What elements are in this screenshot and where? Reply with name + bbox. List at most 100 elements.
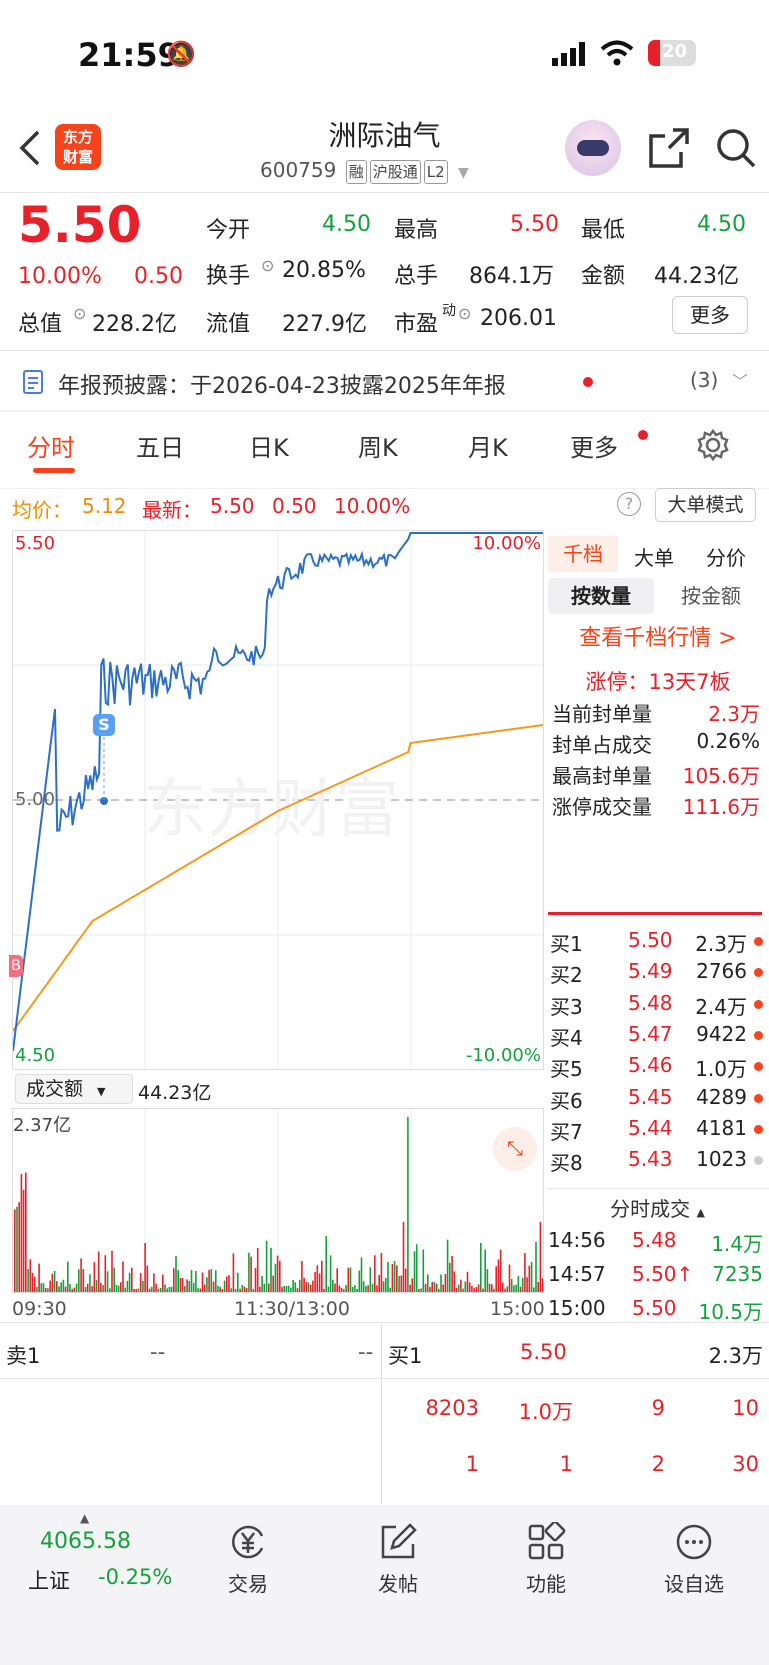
- amount-label: 金额: [581, 264, 626, 289]
- volume-bar: [298, 1279, 301, 1292]
- volume-bar: [413, 1251, 416, 1292]
- volume-bar: [453, 1271, 456, 1292]
- time-end: 15:00: [490, 1298, 545, 1320]
- volume-bar: [367, 1285, 369, 1292]
- volume-bar: [374, 1255, 376, 1292]
- edit-icon: [381, 1523, 417, 1559]
- b-signal-badge[interactable]: B: [9, 955, 23, 977]
- bid-level-price: 5.45: [628, 1084, 673, 1109]
- volume-bar: [217, 1285, 219, 1292]
- large-order-mode-button[interactable]: 大单模式: [655, 488, 756, 522]
- index-name[interactable]: 上证: [28, 1565, 70, 1595]
- caret-up-icon[interactable]: ▲: [80, 1511, 89, 1525]
- trades-title[interactable]: 分时成交 ▲: [546, 1193, 769, 1222]
- change-percent: 10.00%: [18, 264, 102, 289]
- search-icon[interactable]: [714, 126, 758, 170]
- volume-bar: [139, 1273, 142, 1292]
- volume-bar: [517, 1276, 520, 1292]
- tag-margin: 融: [345, 160, 367, 184]
- intraday-chart[interactable]: 东方财富 5.50 5.00 4.50 10.00% -10.00% S B: [9, 530, 544, 1070]
- tab-monthly-k[interactable]: 月K: [468, 428, 508, 463]
- volume-bar: [80, 1258, 82, 1292]
- volume-bar: [69, 1284, 71, 1292]
- tab-large-orders[interactable]: 大单: [634, 542, 674, 571]
- trade-button[interactable]: 交易: [188, 1522, 308, 1597]
- queue-4: 10: [732, 1396, 759, 1420]
- chevron-down-icon[interactable]: ▼: [458, 165, 469, 181]
- sub-tab-by-quantity[interactable]: 按数量: [548, 578, 654, 614]
- order-dot: [754, 1093, 763, 1103]
- volume-selector-label: 成交额: [26, 1078, 84, 1100]
- volume-selector[interactable]: 成交额 ▼: [15, 1074, 133, 1104]
- limit-up-streak: 涨停：13天7板: [585, 670, 731, 694]
- volume-bar: [212, 1281, 215, 1292]
- volume-bar: [332, 1279, 334, 1292]
- battery-level: 20: [662, 41, 688, 62]
- expand-icon[interactable]: ⤡: [493, 1127, 537, 1171]
- volume-bar: [33, 1276, 36, 1292]
- more-button[interactable]: 更多: [672, 296, 748, 334]
- divider: [0, 350, 769, 351]
- functions-button[interactable]: 功能: [486, 1522, 606, 1597]
- tab-intraday[interactable]: 分时: [27, 428, 75, 463]
- volume-bar: [25, 1172, 27, 1292]
- float-cap-label: 流值: [206, 312, 251, 337]
- index-change[interactable]: -0.25%: [98, 1565, 172, 1589]
- view-levels-link[interactable]: 查看千档行情 >: [548, 620, 768, 652]
- ask1-label: 卖1: [6, 1344, 41, 1368]
- queue-1: 8203: [425, 1396, 479, 1420]
- tab-price-distribution[interactable]: 分价: [706, 542, 746, 571]
- bid-level-volume: 1.0万: [695, 1057, 747, 1082]
- tab-five-day[interactable]: 五日: [136, 428, 184, 463]
- volume-total: 44.23亿: [138, 1082, 212, 1104]
- bid-level-price: 5.44: [628, 1115, 673, 1140]
- tab-weekly-k[interactable]: 周K: [358, 428, 398, 463]
- stock-code-row: 600759 融沪股通 L2 ▼: [260, 158, 469, 184]
- volume-bar: [420, 1288, 422, 1292]
- trade-time: 15:00: [548, 1296, 606, 1320]
- add-watchlist-button[interactable]: 设自选: [634, 1522, 754, 1597]
- tab-thousand-levels[interactable]: 千档: [548, 536, 618, 572]
- volume-bar: [502, 1282, 504, 1292]
- info-dots-icon[interactable]: ⊙: [261, 256, 274, 275]
- share-icon[interactable]: [647, 126, 691, 170]
- help-icon[interactable]: ?: [617, 492, 641, 516]
- volume-bar: [466, 1271, 469, 1292]
- volume-bar: [234, 1289, 237, 1292]
- divider: [0, 1322, 769, 1323]
- info-dots-icon[interactable]: ⊙: [73, 304, 86, 323]
- volume-bar: [190, 1270, 193, 1292]
- change-amount: 0.50: [134, 264, 183, 289]
- volume-bar: [371, 1283, 374, 1292]
- caret-down-icon: ▼: [97, 1085, 106, 1098]
- mid-price-label: 5.00: [15, 789, 56, 810]
- bid1-volume: 2.3万: [708, 1344, 763, 1368]
- settings-gear-icon[interactable]: [696, 428, 730, 462]
- assistant-avatar[interactable]: [565, 120, 621, 176]
- order-dot: [754, 1156, 763, 1166]
- market-cap-value: 228.2亿: [92, 312, 177, 337]
- metric-value: 2.3万: [708, 702, 760, 726]
- grid-apps-icon: [528, 1522, 566, 1560]
- tab-daily-k[interactable]: 日K: [249, 428, 289, 463]
- volume-bar: [89, 1274, 91, 1292]
- volume-bar: [226, 1276, 228, 1292]
- bid-level-label: 买7: [550, 1119, 583, 1144]
- latest-percent: 10.00%: [334, 494, 411, 518]
- volume-bar: [197, 1288, 199, 1292]
- volume-bar: [95, 1280, 98, 1292]
- s-signal-badge[interactable]: S: [93, 714, 115, 736]
- info-dots-icon[interactable]: ⊙: [458, 304, 471, 323]
- volume-bar: [137, 1288, 140, 1292]
- volume-bar: [153, 1273, 155, 1292]
- tab-more[interactable]: 更多: [570, 428, 618, 463]
- volume-bar: [208, 1269, 210, 1292]
- volume-bar: [508, 1264, 511, 1292]
- post-button[interactable]: 发帖: [338, 1522, 458, 1597]
- sub-tab-by-amount[interactable]: 按金额: [656, 578, 766, 614]
- mute-icon: 🔕: [166, 40, 196, 68]
- pe-label: 市盈: [394, 312, 439, 337]
- volume-bar: [18, 1202, 20, 1292]
- volume-bar: [268, 1283, 270, 1292]
- index-value[interactable]: 4065.58: [40, 1529, 131, 1554]
